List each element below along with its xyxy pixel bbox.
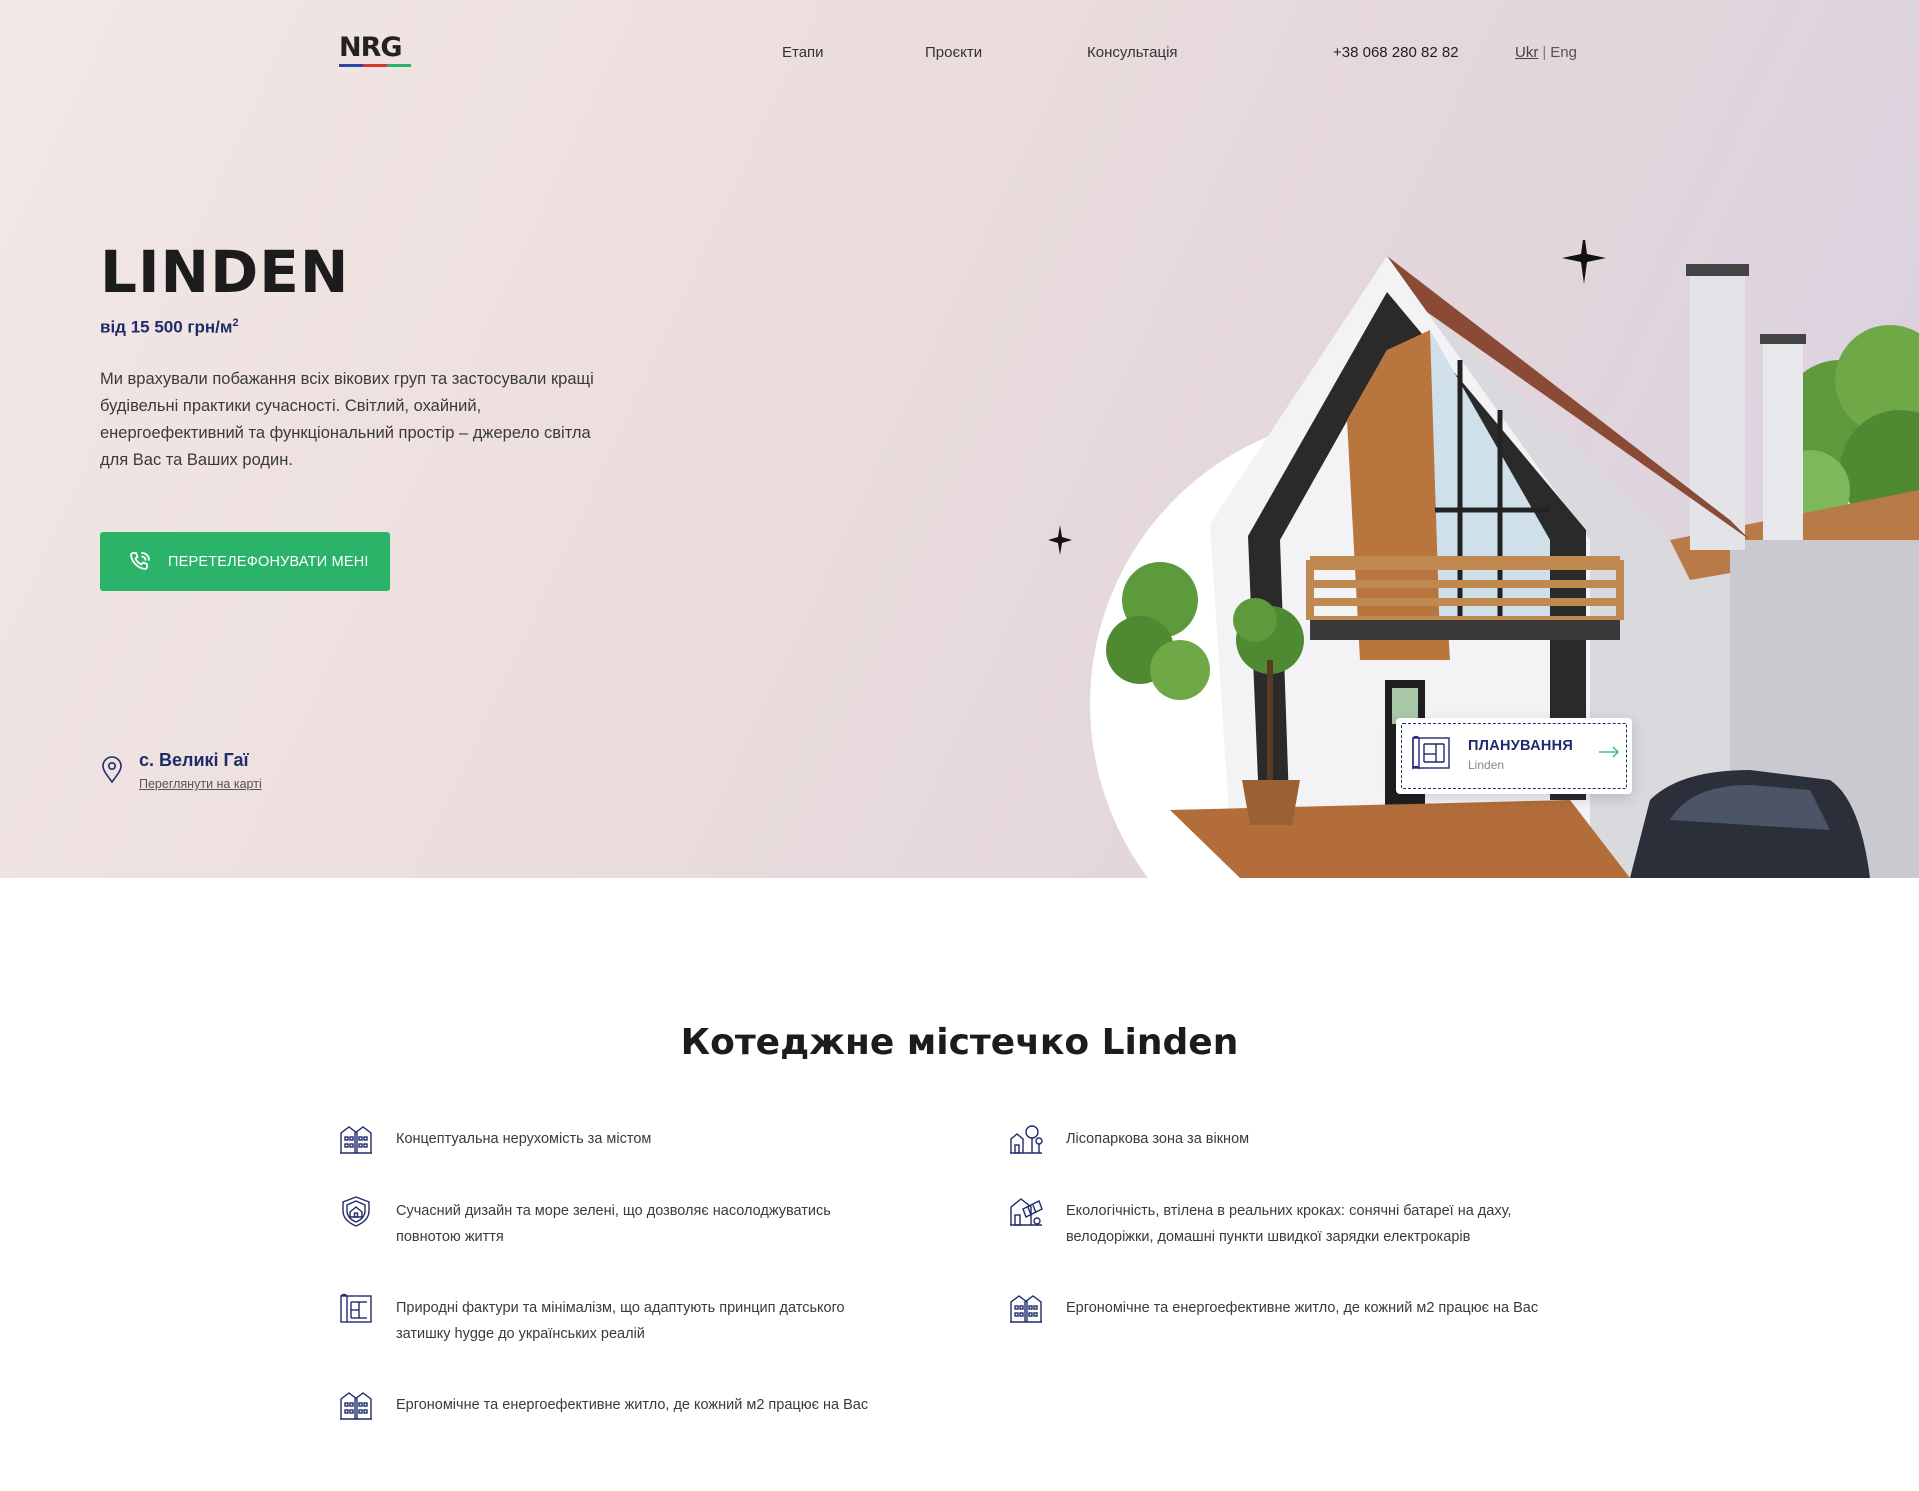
feature-text: Сучасний дизайн та море зелені, що дозво… <box>396 1203 831 1245</box>
plan-card-title: ПЛАНУВАННЯ <box>1468 738 1574 754</box>
nav-link-consultation[interactable]: Консультація <box>1087 44 1178 61</box>
language-switcher: Ukr | Eng <box>1515 44 1577 61</box>
feature-text: Ергономічне та енергоефективне житло, де… <box>1066 1300 1539 1316</box>
nav-link-stages[interactable]: Етапи <box>782 44 824 61</box>
feature-text: Екологічність, втілена в реальних кроках… <box>1066 1203 1512 1245</box>
hero-section: NRG Етапи Проєкти Консультація +38 068 2… <box>0 0 1919 878</box>
feature-text: Природні фактури та мінімалізм, що адапт… <box>396 1300 845 1342</box>
hero-description: Ми врахували побажання всіх вікових груп… <box>100 370 594 469</box>
nav-link-projects[interactable]: Проєкти <box>925 44 982 61</box>
page-title: LINDEN <box>100 238 350 306</box>
logo-text: NRG <box>339 32 403 63</box>
solar-panel-icon <box>1010 1198 1043 1226</box>
buildings-icon <box>1010 1295 1042 1323</box>
price-sup: 2 <box>232 317 239 329</box>
nrg-logo[interactable]: NRG <box>339 34 413 68</box>
price-text: від 15 500 грн/м <box>100 317 233 337</box>
logo-color-bar <box>339 64 411 67</box>
call-me-button[interactable]: ПЕРЕТЕЛЕФОНУВАТИ МЕНІ <box>100 532 390 591</box>
buildings-icon <box>340 1126 372 1154</box>
blueprint-icon <box>1412 735 1450 770</box>
feature-text: Концептуальна нерухомість за містом <box>396 1131 652 1147</box>
phone-icon <box>130 551 150 570</box>
location-title: с. Великі Гаї <box>139 750 249 770</box>
floor-plan-card[interactable]: ПЛАНУВАННЯ Linden <box>1396 718 1632 794</box>
feature-text: Ергономічне та енергоефективне житло, де… <box>396 1397 869 1413</box>
arrow-right-icon <box>1599 746 1619 758</box>
floorplan-icon <box>340 1293 372 1323</box>
location-pin-icon <box>102 756 122 784</box>
section-title: Котеджне містечко Linden <box>680 1022 1239 1063</box>
buildings-icon <box>340 1392 372 1420</box>
plan-card-subtitle: Linden <box>1468 758 1505 772</box>
call-me-label: ПЕРЕТЕЛЕФОНУВАТИ МЕНІ <box>168 553 369 570</box>
view-on-map-link[interactable]: Переглянути на карті <box>139 777 262 791</box>
lang-separator: | <box>1542 44 1547 61</box>
park-icon <box>1010 1125 1043 1154</box>
feature-text: Лісопаркова зона за вікном <box>1066 1131 1250 1147</box>
nav-phone[interactable]: +38 068 280 82 82 <box>1333 44 1459 61</box>
lang-ukr[interactable]: Ukr <box>1515 44 1538 61</box>
shield-house-icon <box>342 1196 370 1227</box>
top-nav: NRG Етапи Проєкти Консультація +38 068 2… <box>0 0 1919 104</box>
lang-eng[interactable]: Eng <box>1550 44 1577 61</box>
price-label: від 15 500 грн/м2 <box>100 317 239 338</box>
